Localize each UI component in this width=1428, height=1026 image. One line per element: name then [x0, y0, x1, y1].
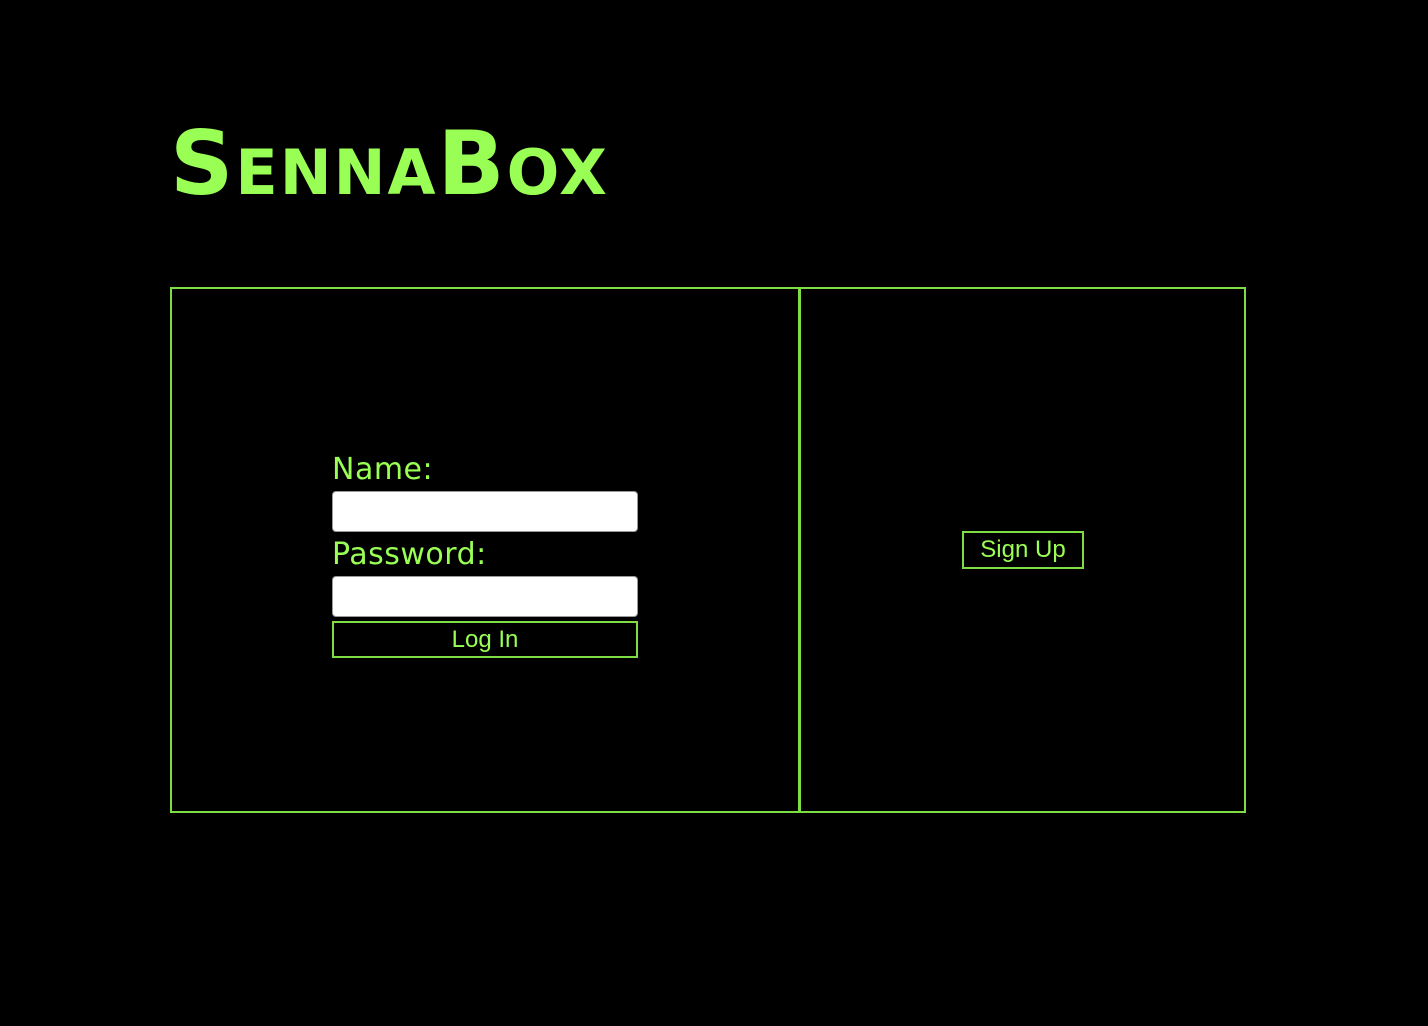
logo-title: SennaBox — [170, 112, 609, 215]
log-in-button[interactable]: Log In — [332, 621, 638, 658]
sign-up-button[interactable]: Sign Up — [962, 531, 1084, 569]
login-form: Name: Password: Log In — [332, 451, 638, 658]
name-input[interactable] — [332, 491, 638, 532]
password-label: Password: — [332, 537, 487, 572]
signup-panel: Sign Up — [799, 287, 1246, 813]
login-panel: Name: Password: Log In — [170, 287, 800, 813]
password-input[interactable] — [332, 576, 638, 617]
name-label: Name: — [332, 452, 434, 487]
